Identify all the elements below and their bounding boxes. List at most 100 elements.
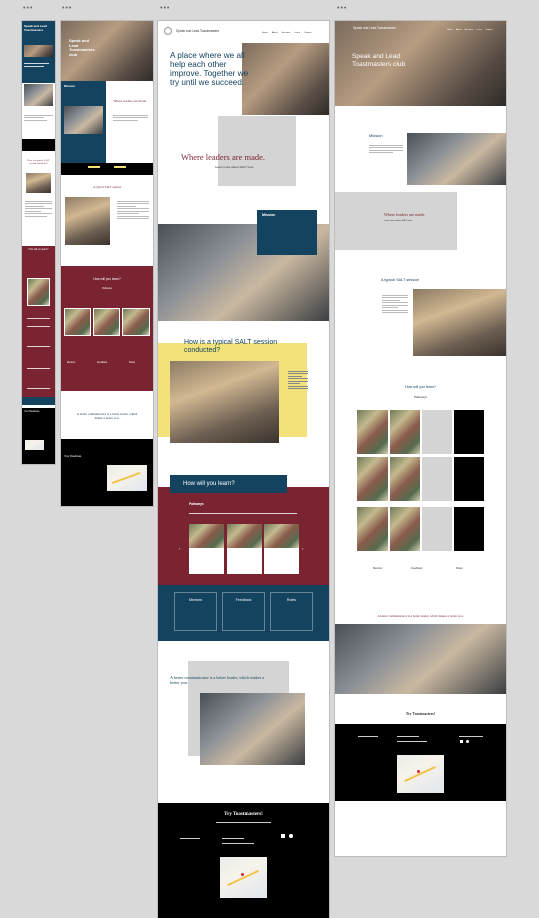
learn-more-link[interactable]: Learn more about SALT here <box>215 166 254 169</box>
nav: Home About Sessions Learn Contact <box>262 32 322 35</box>
pathways-label: Pathways <box>413 395 427 399</box>
mission-block: Mission <box>257 210 317 255</box>
tablet-footer: Your Roadmap <box>61 439 153 506</box>
artboard-desktop[interactable]: Speak and Lead Toastmasters Home About S… <box>158 21 329 918</box>
pathway-card[interactable] <box>93 308 120 336</box>
carousel-next-icon[interactable]: › <box>302 547 303 551</box>
map[interactable] <box>107 465 147 491</box>
pillar-roles: Roles <box>129 362 135 364</box>
artboard-menu-dots[interactable]: ••• <box>160 5 170 12</box>
pathway-card[interactable] <box>422 457 452 501</box>
pillar-feedback: Feedback <box>235 598 252 602</box>
nav-item[interactable]: Learn <box>476 29 482 32</box>
pillar-mentors: Mentors <box>67 362 76 364</box>
mission-photo <box>64 106 103 134</box>
pathway-card[interactable] <box>454 457 484 501</box>
nav-item[interactable]: Contact <box>485 29 493 32</box>
pathway-card[interactable] <box>264 524 299 574</box>
pathway-card[interactable] <box>422 507 452 551</box>
pathway-card[interactable] <box>390 507 420 551</box>
session-title: How is a typical SALT session conducted? <box>184 339 278 354</box>
pathway-card[interactable] <box>390 457 420 501</box>
pathway-card[interactable] <box>454 410 484 454</box>
learn-section: How will you learn? <box>22 246 55 404</box>
learn-title-box: How will you learn? <box>170 475 287 493</box>
session-photo <box>65 197 110 245</box>
session-photo <box>26 173 51 193</box>
footer-roadmap: Your Roadmap <box>64 455 82 458</box>
learn-section: How will you learn? Pathways Mentors Fee… <box>61 266 153 391</box>
mission-title: Mission <box>262 213 276 217</box>
mobile-band <box>22 139 55 151</box>
quote-text: A better communicator is a better leader… <box>377 614 464 618</box>
instagram-icon[interactable] <box>466 740 469 743</box>
mobile-hero: Speak and Lead Toastmasters <box>22 21 55 105</box>
pathway-card[interactable] <box>122 308 150 336</box>
map[interactable] <box>220 857 267 898</box>
nav-item[interactable]: Learn <box>294 32 300 35</box>
pillar-card[interactable]: Roles <box>270 592 313 631</box>
nav-item[interactable]: About <box>272 32 278 35</box>
pillar-card[interactable]: Mentors <box>174 592 217 631</box>
learn-section: How will you learn? Pathways ‹ › <box>158 475 329 585</box>
site-name: Speak and Lead Toastmasters <box>353 26 396 30</box>
artboard-menu-dots[interactable]: ••• <box>337 5 347 12</box>
pillar-roles: Roles <box>286 598 297 602</box>
pathway-card[interactable] <box>227 524 262 574</box>
motto: Where leaders are made. <box>384 212 426 217</box>
carousel-prev-icon[interactable]: ‹ <box>179 547 180 551</box>
motto: Where leaders are made. <box>113 99 147 103</box>
pathway-card[interactable] <box>422 410 452 454</box>
footer-roadmap: Your Roadmap <box>24 411 40 413</box>
pillar-feedback: Feedback <box>411 567 423 570</box>
footer <box>335 724 506 801</box>
session-photo <box>170 361 279 443</box>
instagram-icon[interactable] <box>289 834 293 838</box>
nav-item[interactable]: Sessions <box>465 29 474 32</box>
pathway-card[interactable] <box>390 410 420 454</box>
quote-text: A better communicator is a better leader… <box>76 412 138 420</box>
nav: Home About Sessions Learn Contact <box>447 29 505 32</box>
design-canvas: ••• ••• ••• ••• Speak and Lead Toastmast… <box>0 0 539 918</box>
mobile-footer: Your Roadmap <box>22 408 55 464</box>
pathway-card[interactable] <box>357 457 388 501</box>
session-photo <box>413 289 506 356</box>
nav-item[interactable]: Sessions <box>282 32 291 35</box>
map[interactable] <box>25 440 44 450</box>
nav-item[interactable]: Home <box>262 32 268 35</box>
nav-item[interactable]: Contact <box>304 32 312 35</box>
map-pin-icon <box>241 873 244 876</box>
session-title: A typical SALT session <box>92 185 122 189</box>
mission-title: Mission <box>64 84 76 88</box>
mission-title: Mission <box>369 133 383 138</box>
map-pin-icon <box>417 770 420 773</box>
pillar-mentors: Mentors <box>189 598 202 602</box>
nav-item[interactable]: Home <box>447 29 453 32</box>
pathway-card[interactable] <box>454 507 484 551</box>
pathway-card[interactable] <box>64 308 91 336</box>
artboard-menu-dots[interactable]: ••• <box>62 5 72 12</box>
artboard-tablet[interactable]: Speak and Lead Toastmasters club Mission… <box>61 21 153 506</box>
facebook-icon[interactable] <box>281 834 285 838</box>
artboard-desktop-wide[interactable]: Speak and Lead Toastmasters Home About S… <box>335 21 506 856</box>
site-name: Speak and Lead Toastmasters <box>24 24 47 32</box>
pillar-card[interactable]: Feedback <box>222 592 265 631</box>
site-name: Speak and Lead Toastmasters <box>176 28 219 33</box>
learn-title: How will you learn? <box>183 481 235 487</box>
artboard-menu-dots[interactable]: ••• <box>23 5 33 12</box>
pathways-card[interactable] <box>27 278 50 306</box>
learn-title: How will you learn? <box>405 385 436 389</box>
pathway-card[interactable] <box>357 410 388 454</box>
artboard-mobile-small[interactable]: Speak and Lead Toastmasters How is a typ… <box>22 21 55 464</box>
pathway-card[interactable] <box>189 524 224 574</box>
footer-cta[interactable]: Try Toastmasters! <box>158 812 329 817</box>
pathways-label: Pathways <box>189 502 204 506</box>
logo-icon[interactable] <box>164 27 172 35</box>
pathway-card[interactable] <box>357 507 388 551</box>
nav-item[interactable]: About <box>456 29 462 32</box>
facebook-icon[interactable] <box>460 740 463 743</box>
hero-photo <box>242 43 329 115</box>
map[interactable] <box>397 755 444 793</box>
learn-more-link[interactable]: Learn more about SALT here <box>384 220 412 223</box>
footer-cta[interactable]: Try Toastmasters! <box>335 712 506 716</box>
